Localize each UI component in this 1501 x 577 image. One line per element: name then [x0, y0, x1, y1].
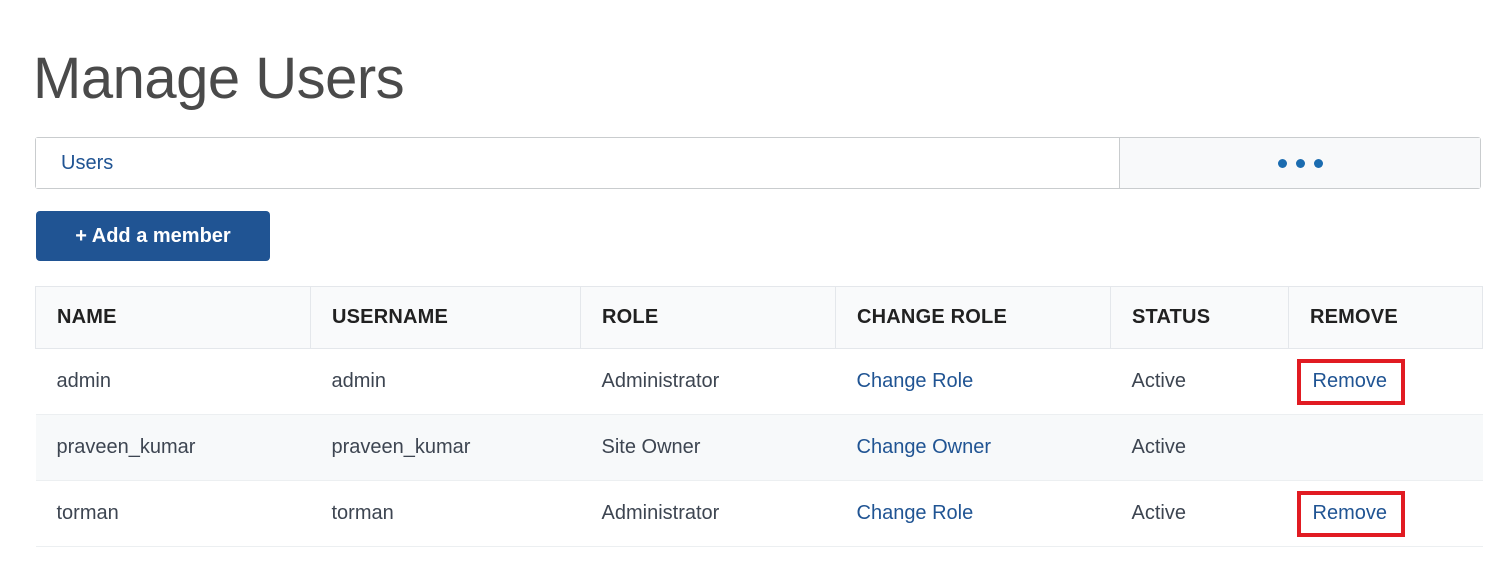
- users-table: NAME USERNAME ROLE CHANGE ROLE STATUS RE…: [35, 286, 1483, 547]
- cell-role: Administrator: [580, 348, 836, 415]
- table-row: praveen_kumar praveen_kumar Site Owner C…: [35, 414, 1483, 481]
- cell-remove: Remove: [1288, 348, 1483, 415]
- tab-strip: Users: [35, 137, 1481, 189]
- add-a-member-button[interactable]: + Add a member: [36, 211, 270, 261]
- manage-users-page: Manage Users Users + Add a member NAME U…: [0, 0, 1501, 577]
- page-title: Manage Users: [33, 45, 405, 111]
- tab-more-button[interactable]: [1120, 138, 1480, 188]
- tab-users-label: Users: [61, 152, 114, 174]
- cell-change-role: Change Owner: [835, 414, 1111, 481]
- column-header-change-role: CHANGE ROLE: [835, 286, 1111, 349]
- cell-role: Site Owner: [580, 414, 836, 481]
- users-table-body: admin admin Administrator Change Role Ac…: [35, 348, 1483, 547]
- cell-remove: [1288, 414, 1483, 481]
- tab-users[interactable]: Users: [36, 138, 1120, 188]
- table-header-row: NAME USERNAME ROLE CHANGE ROLE STATUS RE…: [35, 286, 1483, 349]
- column-header-status: STATUS: [1110, 286, 1289, 349]
- change-role-link[interactable]: Change Role: [857, 502, 974, 524]
- cell-name: admin: [35, 348, 311, 415]
- column-header-name: NAME: [35, 286, 311, 349]
- cell-change-role: Change Role: [835, 480, 1111, 547]
- cell-role: Administrator: [580, 480, 836, 547]
- column-header-username: USERNAME: [310, 286, 581, 349]
- cell-status: Active: [1110, 414, 1289, 481]
- remove-link[interactable]: Remove: [1313, 502, 1387, 524]
- cell-status: Active: [1110, 348, 1289, 415]
- remove-highlight-box: Remove: [1296, 358, 1405, 405]
- cell-name: praveen_kumar: [35, 414, 311, 481]
- change-owner-link[interactable]: Change Owner: [857, 436, 992, 458]
- change-role-link[interactable]: Change Role: [857, 370, 974, 392]
- cell-remove: Remove: [1288, 480, 1483, 547]
- remove-highlight-box: Remove: [1296, 490, 1405, 537]
- cell-name: torman: [35, 480, 311, 547]
- table-row: admin admin Administrator Change Role Ac…: [35, 348, 1483, 415]
- column-header-role: ROLE: [580, 286, 836, 349]
- cell-username: admin: [310, 348, 581, 415]
- column-header-remove: REMOVE: [1288, 286, 1483, 349]
- table-row: torman torman Administrator Change Role …: [35, 480, 1483, 547]
- remove-link[interactable]: Remove: [1313, 370, 1387, 392]
- cell-username: torman: [310, 480, 581, 547]
- ellipsis-icon: [1277, 158, 1323, 168]
- cell-status: Active: [1110, 480, 1289, 547]
- cell-username: praveen_kumar: [310, 414, 581, 481]
- cell-change-role: Change Role: [835, 348, 1111, 415]
- users-table-head: NAME USERNAME ROLE CHANGE ROLE STATUS RE…: [35, 286, 1483, 349]
